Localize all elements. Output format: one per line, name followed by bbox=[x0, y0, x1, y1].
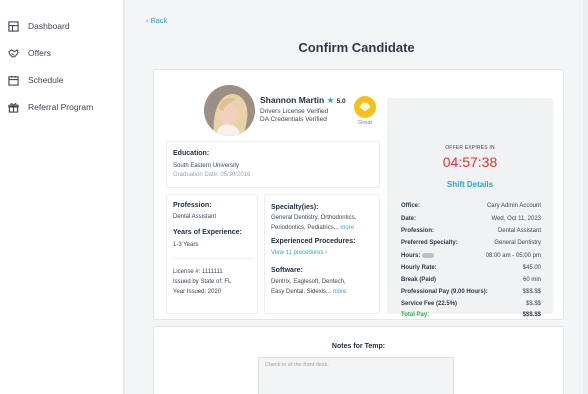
sidebar: Dashboard Offers Schedule Referral Progr… bbox=[0, 0, 123, 394]
sidebar-item-label: Offers bbox=[28, 48, 51, 58]
profession-title: Profession: bbox=[173, 202, 212, 209]
view-procedures-link[interactable]: View 11 procedures › bbox=[271, 250, 327, 256]
specialty-box: Specialty(ies): General Dentistry, Ortho… bbox=[264, 194, 380, 314]
sidebar-item-dashboard[interactable]: Dashboard bbox=[8, 19, 70, 33]
notes-card: Notes for Temp: bbox=[153, 326, 564, 394]
dashboard-icon bbox=[8, 20, 19, 32]
school-name: South Eastern University bbox=[173, 163, 240, 169]
shift-row-key: Professional Pay (9.00 Hours): bbox=[401, 289, 488, 295]
shift-row-specialty: Preferred Specialty: General Dentistry bbox=[401, 240, 541, 250]
shift-row-value: $$$.$$ bbox=[522, 289, 541, 295]
divider bbox=[173, 258, 253, 259]
credentials-verified: DA Credentials Verified bbox=[260, 116, 327, 123]
software-title: Software: bbox=[271, 267, 303, 274]
profession-box: Profession: Dental Assistant Years of Ex… bbox=[166, 194, 258, 314]
great-badge-icon bbox=[354, 96, 376, 118]
shift-row-value: General Dentistry bbox=[494, 240, 541, 246]
page-title: Confirm Candidate bbox=[298, 40, 415, 55]
shift-row-value: $$$.$$ bbox=[522, 312, 541, 318]
gift-icon bbox=[8, 102, 19, 113]
shift-row-key: Hours: bbox=[401, 253, 435, 260]
shift-row-break: Break (Paid) 60 min bbox=[401, 277, 541, 287]
procedures-title: Experienced Procedures: bbox=[271, 238, 356, 245]
shift-row-value: Dental Assistant bbox=[497, 228, 541, 234]
candidate-name-text: Shannon Martin bbox=[260, 95, 325, 105]
candidate-name: Shannon Martin ★ 5.0 bbox=[260, 95, 346, 106]
shift-details-panel: OFFER EXPIRES IN 04:57:38 Shift Details … bbox=[387, 98, 553, 318]
shift-row-key-text: Hours: bbox=[401, 253, 421, 260]
software-line-2-text: Easy Dental, Sidexis... bbox=[271, 289, 332, 295]
experience-title: Years of Experience: bbox=[173, 229, 242, 236]
scrollbar[interactable] bbox=[583, 0, 588, 394]
back-link[interactable]: ‹ Back bbox=[146, 16, 167, 25]
sidebar-item-label: Dashboard bbox=[28, 21, 70, 31]
candidate-rating: 5.0 bbox=[336, 98, 346, 105]
offer-timer: 04:57:38 bbox=[442, 154, 498, 170]
license-verified: Drivers License Verified bbox=[260, 108, 329, 115]
specialty-line-1: General Dentistry, Orthodontics, bbox=[271, 215, 357, 221]
software-line-1: Dentrix, Eaglesoft, Dentech, bbox=[271, 279, 346, 285]
shift-row-value: $$.$$ bbox=[525, 301, 541, 307]
sidebar-item-label: Referral Program bbox=[28, 102, 94, 112]
notes-input[interactable] bbox=[258, 357, 454, 394]
main-content: ‹ Back Confirm Candidate Shannon Martin … bbox=[125, 0, 588, 394]
shift-row-value: Wed, Oct 11, 2023 bbox=[491, 216, 541, 222]
info-pill-icon[interactable] bbox=[422, 253, 435, 258]
chevron-left-icon: ‹ bbox=[146, 16, 149, 25]
specialty-title: Specialty(ies): bbox=[271, 204, 319, 211]
shift-row-date: Date: Wed, Oct 11, 2023 bbox=[401, 216, 541, 226]
license-number: License #: 1111111 bbox=[173, 269, 223, 275]
avatar bbox=[204, 85, 255, 136]
shift-row-hours: Hours: 08:00 am - 05:00 pm bbox=[401, 253, 541, 263]
offer-expires-label: OFFER EXPIRES IN bbox=[445, 145, 495, 151]
shift-row-key: Hourly Rate: bbox=[401, 265, 437, 271]
software-more-link[interactable]: more bbox=[333, 289, 347, 295]
shift-row-office: Office: Cary Admin Account bbox=[401, 203, 541, 213]
shift-row-key: Service Fee (22.5%) bbox=[401, 301, 458, 307]
shift-row-key: Date: bbox=[401, 216, 417, 222]
badge-label: Great bbox=[358, 120, 372, 126]
shift-row-value: 08:00 am - 05:00 pm bbox=[485, 253, 541, 259]
shift-row-hourly-rate: Hourly Rate: $45.00 bbox=[401, 265, 541, 275]
graduation-date: Graduation Date: 05/30/2016 bbox=[173, 172, 251, 178]
star-icon: ★ bbox=[326, 95, 335, 105]
software-line-2: Easy Dental, Sidexis... more bbox=[271, 289, 346, 295]
shift-row-key: Profession: bbox=[401, 228, 435, 234]
shift-row-professional-pay: Professional Pay (9.00 Hours): $$$.$$ bbox=[401, 289, 541, 299]
specialty-more-link[interactable]: more bbox=[340, 225, 354, 231]
shift-row-value: $45.00 bbox=[522, 265, 541, 271]
calendar-icon bbox=[8, 75, 19, 86]
specialty-line-2-text: Periodontics, Pediatrics... bbox=[271, 225, 339, 231]
sidebar-item-schedule[interactable]: Schedule bbox=[8, 73, 63, 87]
chevron-right-icon: › bbox=[325, 250, 328, 256]
shift-row-key: Preferred Specialty: bbox=[401, 240, 458, 246]
shift-row-key: Break (Paid) bbox=[401, 277, 437, 283]
license-state: Issued by State of: FL bbox=[173, 279, 232, 285]
shift-row-value: Cary Admin Account bbox=[486, 203, 541, 209]
shift-row-key: Office: bbox=[401, 203, 421, 209]
shift-row-service-fee: Service Fee (22.5%) $$.$$ bbox=[401, 301, 541, 311]
education-title: Education: bbox=[173, 150, 210, 157]
shift-row-key: Total Pay: bbox=[401, 312, 430, 318]
shift-row-profession: Profession: Dental Assistant bbox=[401, 228, 541, 238]
sidebar-item-offers[interactable]: Offers bbox=[8, 46, 51, 60]
back-label: Back bbox=[150, 16, 168, 25]
shift-details-title: Shift Details bbox=[446, 180, 494, 189]
view-procedures-text: View 11 procedures bbox=[271, 250, 324, 256]
sidebar-item-label: Schedule bbox=[28, 75, 64, 85]
candidate-card: Shannon Martin ★ 5.0 Drivers License Ver… bbox=[153, 69, 564, 320]
handshake-icon bbox=[8, 48, 19, 58]
shift-row-total-pay: Total Pay: $$$.$$ bbox=[401, 312, 541, 322]
education-box: Education: South Eastern University Grad… bbox=[166, 141, 380, 188]
license-year: Year Issued: 2020 bbox=[173, 289, 222, 295]
sidebar-item-referral[interactable]: Referral Program bbox=[8, 100, 93, 114]
notes-title: Notes for Temp: bbox=[331, 343, 386, 350]
specialty-line-2: Periodontics, Pediatrics... more bbox=[271, 225, 354, 231]
profession-value: Dental Assistant bbox=[173, 214, 217, 220]
shift-row-value: 60 min bbox=[522, 277, 541, 283]
experience-value: 1-3 Years bbox=[173, 242, 199, 248]
